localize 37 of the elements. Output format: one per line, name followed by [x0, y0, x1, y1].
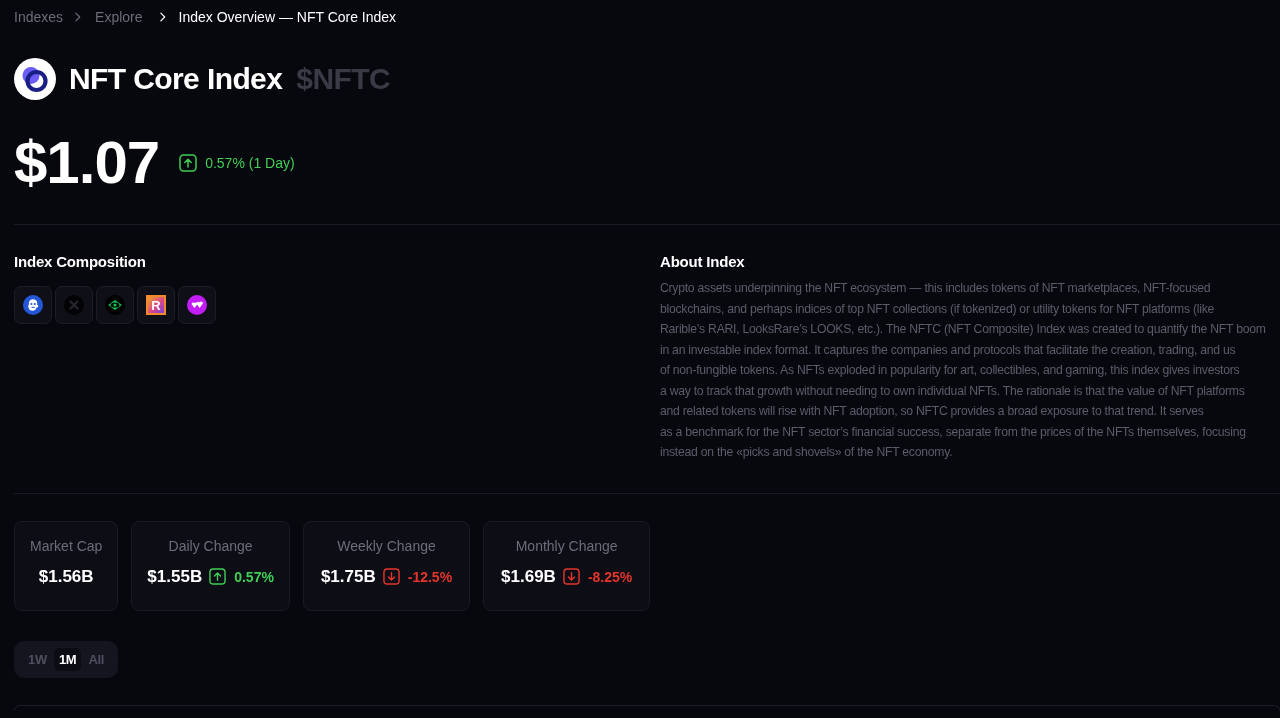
breadcrumb-link[interactable]: Indexes: [14, 6, 64, 28]
about-text: Crypto assets underpinning the NFT ecosystem — this includes tokens of NFT marketplaces, NFT-focused blockchains, and perhaps indices of top NFT collections (if tokenized) or utility tokens for NFT platforms (like Rarible’s RARI, LooksRare’s LOOKS, etc.). The NFTC (NFT Composite) Index was created to quantify the NFT boom in an investable index format. It captures the companies and protocols that facilitate the creation, trading, and us of non-fungible tokens. As NFTs exploded in popularity for art, collectibles, and gaming, this index gives investors a way to track that growth without needing to own individual NFTs. The rationale is that the value of NFT platforms and related tokens will rise with NFT adoption, so NFTC provides a broad exposure to that trend. It serves as a benchmark for the NFT sector’s financial success, separate from the prices of the NFTs themselves, focusing instead on the «picks and shovels» of the NFT economy.: [660, 280, 1266, 461]
breadcrumb-link[interactable]: Explore: [95, 6, 143, 28]
breadcrumb-current: Index Overview — NFT Core Index: [178, 8, 397, 27]
stat-label: Daily Change: [168, 536, 253, 555]
face-icon: [23, 295, 43, 315]
index-name: NFT Core Index: [69, 61, 283, 97]
stat-value: $1.56B: [38, 566, 94, 587]
period-tab[interactable]: All: [83, 647, 110, 671]
stat-value: $1.75B: [320, 566, 376, 587]
stat-label: Weekly Change: [337, 536, 436, 555]
token-tile[interactable]: [14, 286, 52, 324]
stat-change: -12.5%: [407, 568, 453, 585]
rings-logo-icon: [14, 58, 56, 100]
token-tile[interactable]: [96, 286, 134, 324]
period-tab[interactable]: 1M: [53, 647, 82, 671]
token-tile[interactable]: [55, 286, 93, 324]
chevron-right-icon: [159, 12, 166, 22]
period-tab[interactable]: 1W: [23, 647, 52, 671]
chevron-right-icon: [75, 12, 82, 22]
stat-label: Monthly Change: [515, 536, 618, 555]
letter-logo-icon: R: [146, 295, 166, 315]
stat-value: $1.69B: [501, 566, 556, 587]
index-ticker: $NFTC: [296, 61, 390, 97]
section-title: About Index: [660, 252, 745, 272]
cross-icon: [64, 295, 84, 315]
section-title: Index Composition: [14, 252, 146, 272]
stat-change: 0.57%: [234, 568, 274, 585]
price-change: 0.57% (1 Day): [205, 155, 295, 171]
eye-icon: [105, 295, 125, 315]
token-tile[interactable]: R: [137, 286, 175, 324]
stat-label: Market Cap: [30, 536, 103, 555]
token-tile[interactable]: [178, 286, 216, 324]
hearts-icon: [187, 295, 207, 315]
price-value: $1.07: [14, 132, 160, 194]
stat-change: -8.25%: [587, 568, 633, 585]
stat-value: $1.55B: [147, 566, 203, 587]
